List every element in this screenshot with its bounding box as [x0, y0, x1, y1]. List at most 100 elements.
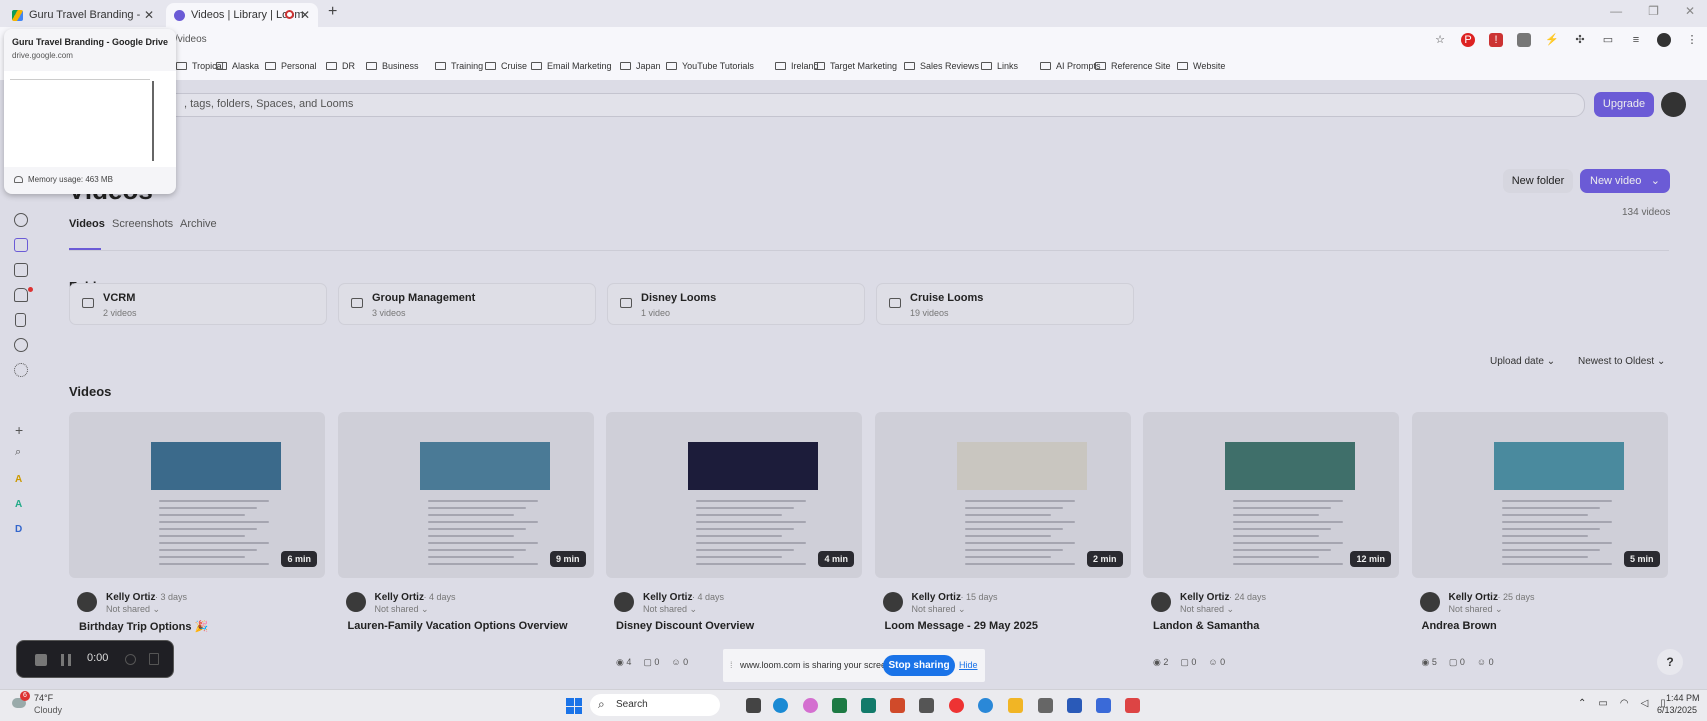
- close-window-icon[interactable]: ✕: [1685, 4, 1695, 18]
- search-input[interactable]: , tags, folders, Spaces, and Looms: [150, 93, 1585, 117]
- search-icon[interactable]: ⌕: [15, 446, 21, 459]
- share-status[interactable]: Not shared ⌄: [1180, 604, 1234, 615]
- menu-icon[interactable]: ⋮: [1685, 33, 1699, 47]
- task-view-icon[interactable]: [746, 698, 761, 713]
- help-button[interactable]: ?: [1657, 649, 1683, 675]
- folder-card[interactable]: Group Management 3 videos: [338, 283, 596, 325]
- new-video-button[interactable]: New video ⌄: [1580, 169, 1670, 193]
- folder-card[interactable]: VCRM 2 videos: [69, 283, 327, 325]
- bookmark-youtube-tutorials[interactable]: YouTube Tutorials: [666, 61, 754, 71]
- video-title[interactable]: Birthday Trip Options 🎉: [79, 620, 208, 633]
- sort-order-dropdown[interactable]: Newest to Oldest ⌄: [1572, 353, 1671, 371]
- network-icon[interactable]: ▭: [1598, 698, 1607, 709]
- address-bar[interactable]: /videos: [175, 34, 207, 45]
- volume-icon[interactable]: ◁: [1641, 698, 1649, 709]
- user-avatar[interactable]: [1661, 92, 1686, 117]
- taskbar-search[interactable]: ⌕ Search: [590, 694, 720, 716]
- bookmark-japan[interactable]: Japan: [620, 61, 661, 71]
- chevron-up-icon[interactable]: ⌃: [1578, 698, 1586, 709]
- drag-handle-icon[interactable]: ⁞: [730, 660, 733, 670]
- new-tab-icon[interactable]: +: [328, 3, 337, 21]
- share-status[interactable]: Not shared ⌄: [106, 604, 160, 615]
- pinterest-icon[interactable]: P: [1461, 33, 1475, 47]
- bookmark-target-marketing[interactable]: Target Marketing: [814, 61, 897, 71]
- folder-card[interactable]: Disney Looms 1 video: [607, 283, 865, 325]
- bell-icon[interactable]: [14, 288, 28, 302]
- share-status[interactable]: Not shared ⌄: [912, 604, 966, 615]
- share-status[interactable]: Not shared ⌄: [1449, 604, 1503, 615]
- extension-badge-icon[interactable]: !: [1489, 33, 1503, 47]
- windows-start-icon[interactable]: [566, 698, 582, 714]
- calculator-icon[interactable]: [919, 698, 934, 713]
- bookmark-business[interactable]: Business: [366, 61, 419, 71]
- wifi-icon[interactable]: ◠: [1620, 698, 1629, 709]
- lightning-extension-icon[interactable]: ⚡: [1545, 33, 1559, 47]
- upgrade-button[interactable]: Upgrade: [1594, 92, 1654, 117]
- publisher-icon[interactable]: [861, 698, 876, 713]
- minimize-icon[interactable]: —: [1610, 4, 1622, 18]
- gear-icon[interactable]: [14, 363, 28, 377]
- close-tab-icon[interactable]: ✕: [300, 8, 310, 22]
- star-icon[interactable]: ☆: [1433, 33, 1447, 47]
- excel-icon[interactable]: [832, 698, 847, 713]
- tab-archive[interactable]: Archive: [180, 218, 217, 230]
- weather-condition[interactable]: Cloudy: [34, 705, 62, 715]
- bookmark-icon[interactable]: [15, 313, 26, 327]
- library-icon[interactable]: [14, 238, 28, 252]
- video-title[interactable]: Loom Message - 29 May 2025: [885, 620, 1038, 632]
- stop-sharing-button[interactable]: Stop sharing: [883, 655, 955, 676]
- trash-icon[interactable]: [149, 653, 159, 665]
- bookmark-ireland[interactable]: Ireland: [775, 61, 819, 71]
- video-title[interactable]: Disney Discount Overview: [616, 620, 754, 632]
- camera-icon[interactable]: [1038, 698, 1053, 713]
- edge-icon[interactable]: [773, 698, 788, 713]
- bookmark-sales-reviews[interactable]: Sales Reviews: [904, 61, 979, 71]
- sidebar-icon[interactable]: ▭: [1601, 33, 1615, 47]
- share-status[interactable]: Not shared ⌄: [643, 604, 697, 615]
- bookmark-personal[interactable]: Personal: [265, 61, 317, 71]
- workspace-a-icon[interactable]: A: [15, 474, 22, 485]
- close-tab-icon[interactable]: ✕: [144, 8, 154, 22]
- maximize-icon[interactable]: ❐: [1648, 4, 1659, 18]
- bookmark-alaska[interactable]: Alaska: [216, 61, 259, 71]
- chrome-icon[interactable]: [949, 698, 964, 713]
- snipping-tool-icon[interactable]: [1125, 698, 1140, 713]
- bookmark-dr[interactable]: DR: [326, 61, 355, 71]
- video-title[interactable]: Andrea Brown: [1422, 620, 1497, 632]
- clock-date[interactable]: 6/13/2025: [1657, 705, 1697, 715]
- video-card[interactable]: 5 min Kelly Ortiz · 25 days Not shared ⌄ And…: [1411, 412, 1668, 692]
- restart-icon[interactable]: [125, 654, 136, 665]
- bookmark-website[interactable]: Website: [1177, 61, 1225, 71]
- folder-card[interactable]: Cruise Looms 19 videos: [876, 283, 1134, 325]
- bookmark-ai-prompts[interactable]: AI Prompts: [1040, 61, 1101, 71]
- workspace-a2-icon[interactable]: A: [15, 499, 22, 510]
- workspace-d-icon[interactable]: D: [15, 524, 22, 535]
- video-card[interactable]: 12 min Kelly Ortiz · 24 days Not shared ⌄ La…: [1143, 412, 1399, 692]
- pause-button[interactable]: [61, 654, 71, 666]
- bookmark-links[interactable]: Links: [981, 61, 1018, 71]
- bookmark-reference-site[interactable]: Reference Site: [1095, 61, 1171, 71]
- video-title[interactable]: Landon & Samantha: [1153, 620, 1259, 632]
- hide-link[interactable]: Hide: [959, 660, 978, 670]
- bookmark-cruise[interactable]: Cruise: [485, 61, 527, 71]
- app-icon[interactable]: [1096, 698, 1111, 713]
- video-card[interactable]: 9 min Kelly Ortiz · 4 days Not shared ⌄ Laur…: [337, 412, 594, 692]
- clock-time[interactable]: 1:44 PM: [1666, 693, 1700, 703]
- bookmark-training[interactable]: Training: [435, 61, 483, 71]
- tab-google-drive[interactable]: Guru Travel Branding - Google ✕: [4, 3, 162, 27]
- bookmark-email-marketing[interactable]: Email Marketing: [531, 61, 612, 71]
- clock-icon[interactable]: [14, 338, 28, 352]
- extension-icon[interactable]: [1517, 33, 1531, 47]
- stop-recording-button[interactable]: [35, 654, 47, 666]
- plus-icon[interactable]: +: [15, 422, 23, 438]
- reading-list-icon[interactable]: ≡: [1629, 33, 1643, 47]
- word-icon[interactable]: [1067, 698, 1082, 713]
- calendar-icon[interactable]: [14, 263, 28, 277]
- file-explorer-icon[interactable]: [1008, 698, 1023, 713]
- new-folder-button[interactable]: New folder: [1503, 169, 1573, 193]
- tab-screenshots[interactable]: Screenshots: [112, 218, 173, 230]
- profile-avatar[interactable]: [1657, 33, 1671, 47]
- video-title[interactable]: Lauren-Family Vacation Options Overview: [348, 620, 568, 632]
- copilot-icon[interactable]: [803, 698, 818, 713]
- powerpoint-icon[interactable]: [890, 698, 905, 713]
